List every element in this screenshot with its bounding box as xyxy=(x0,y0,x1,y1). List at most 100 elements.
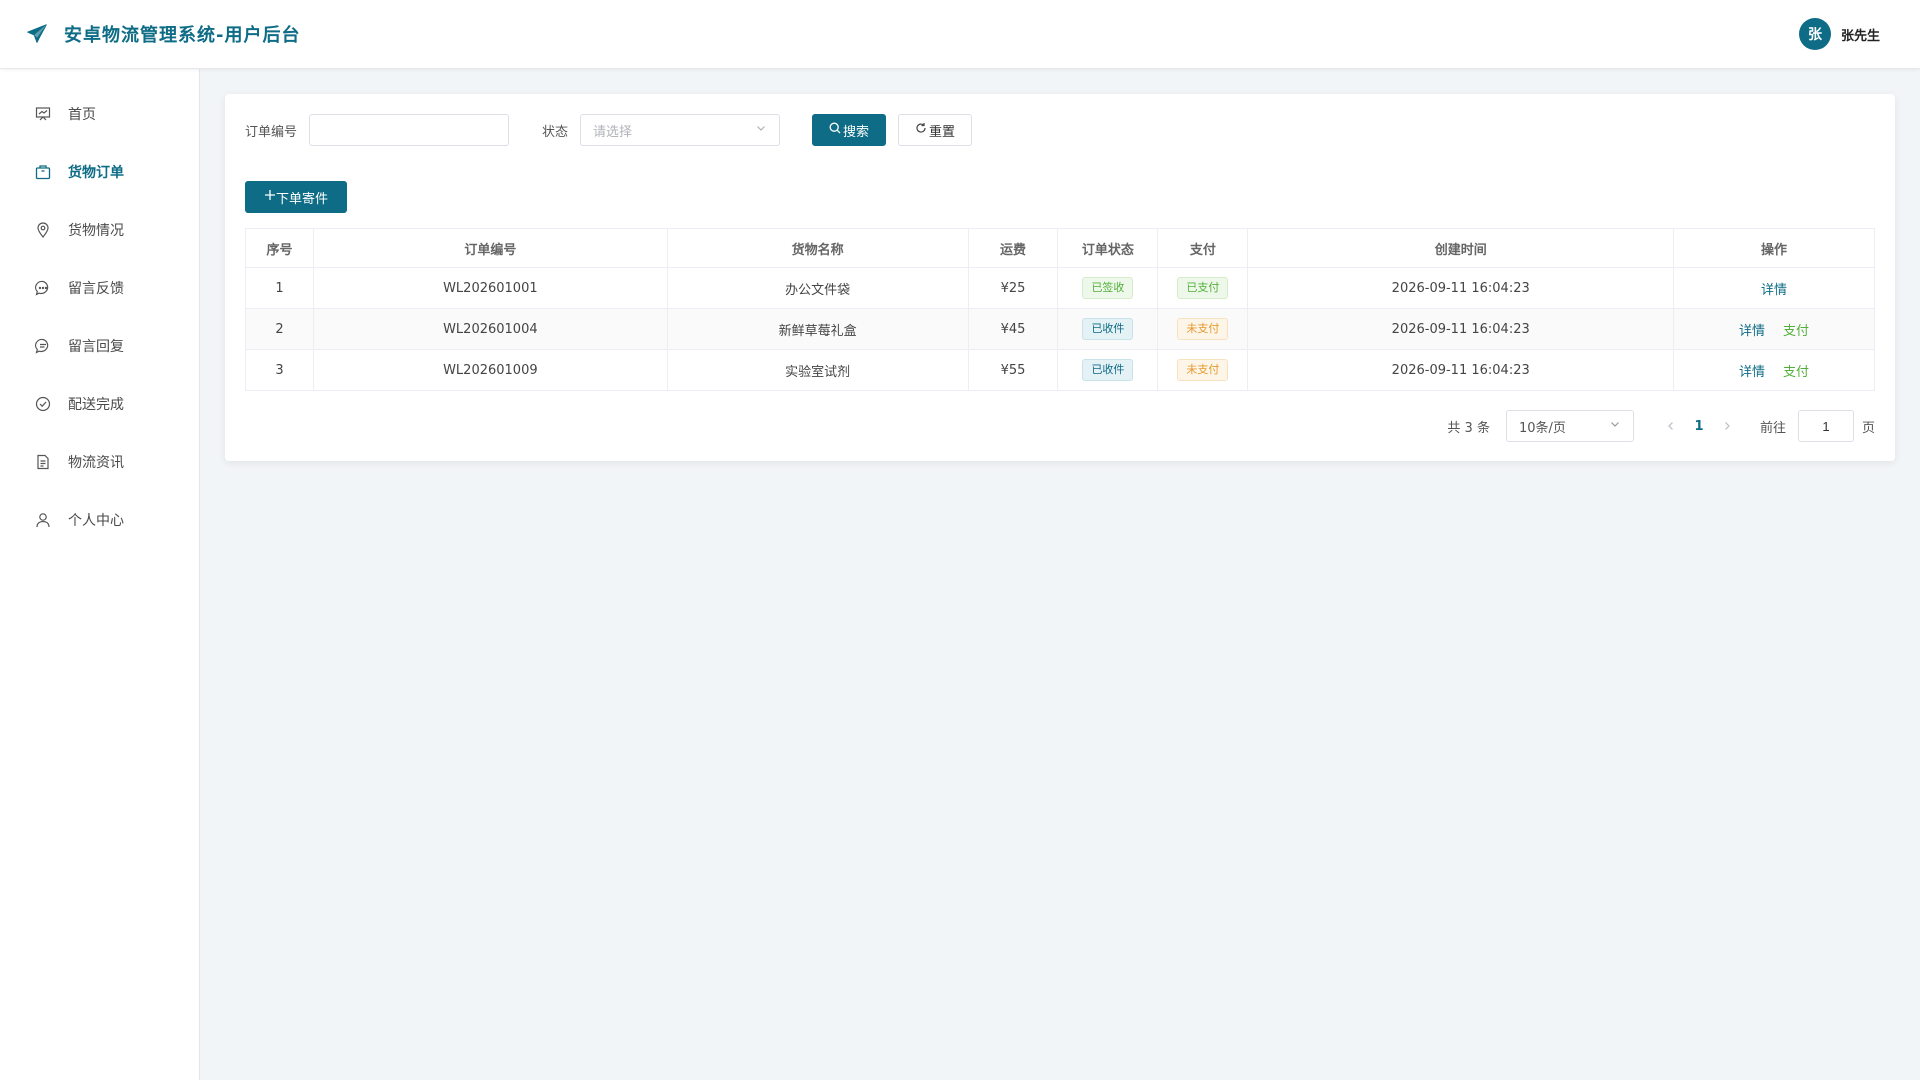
column-header: 创建时间 xyxy=(1247,228,1675,268)
chevron-right-icon xyxy=(1725,422,1730,430)
orders-card: 订单编号 状态 请选择 搜索 重置 下单寄件 序号 订单编号 货物名称 运费 订… xyxy=(225,94,1895,461)
search-icon xyxy=(829,122,843,138)
create-order-label: 下单寄件 xyxy=(275,191,328,207)
status-badge: 已签收 xyxy=(1082,277,1134,299)
pay-badge: 未支付 xyxy=(1177,359,1229,381)
cell-order-no: WL202601004 xyxy=(312,308,668,350)
cell-status: 已签收 xyxy=(1057,267,1159,309)
pay-badge: 已支付 xyxy=(1177,277,1229,299)
chat-icon xyxy=(34,279,52,297)
cell-fee: ¥25 xyxy=(967,267,1059,309)
reply-icon xyxy=(34,337,52,355)
search-button[interactable]: 搜索 xyxy=(812,114,887,146)
paper-plane-icon xyxy=(26,22,50,46)
package-icon xyxy=(34,163,52,181)
cell-index: 3 xyxy=(245,349,314,391)
avatar[interactable]: 张 xyxy=(1798,18,1831,50)
cell-order-no: WL202601009 xyxy=(312,349,668,391)
column-header: 订单编号 xyxy=(312,228,668,268)
pay-badge: 未支付 xyxy=(1177,318,1229,340)
chevron-down-icon xyxy=(1609,418,1621,434)
sidebar-item-label: 留言反馈 xyxy=(68,281,124,297)
cell-pay: 已支付 xyxy=(1157,267,1249,309)
cell-actions: 详情 支付 xyxy=(1673,308,1875,350)
status-badge: 已收件 xyxy=(1082,359,1134,381)
detail-link[interactable]: 详情 xyxy=(1739,324,1765,339)
sidebar-item-delivered[interactable]: 配送完成 xyxy=(0,375,199,433)
cell-goods: 新鲜草莓礼盒 xyxy=(666,308,969,350)
table-row: 3 WL202601009 实验室试剂 ¥55 已收件 未支付 2026-09-… xyxy=(245,349,1875,391)
search-button-label: 搜索 xyxy=(843,124,870,140)
reset-button-label: 重置 xyxy=(929,124,956,140)
cell-actions: 详情 xyxy=(1673,267,1875,309)
dashboard-icon xyxy=(34,105,52,123)
document-icon xyxy=(34,453,52,471)
detail-link[interactable]: 详情 xyxy=(1739,365,1765,380)
sidebar-item-home[interactable]: 首页 xyxy=(0,85,199,143)
total-count: 共 3 条 xyxy=(1447,420,1490,436)
cell-goods: 办公文件袋 xyxy=(666,267,969,309)
column-header: 序号 xyxy=(245,228,314,268)
cell-created: 2026-09-11 16:04:23 xyxy=(1247,308,1675,350)
status-label: 状态 xyxy=(542,124,569,140)
reset-button[interactable]: 重置 xyxy=(898,114,973,146)
sidebar-item-label: 货物情况 xyxy=(68,223,124,239)
column-header: 操作 xyxy=(1673,228,1875,268)
page-size-select[interactable]: 10条/页 xyxy=(1505,410,1634,442)
order-no-input[interactable] xyxy=(309,114,510,146)
sidebar-item-profile[interactable]: 个人中心 xyxy=(0,491,199,549)
next-page-button[interactable] xyxy=(1712,421,1742,431)
user-icon xyxy=(34,511,52,529)
goto-page-input[interactable] xyxy=(1797,410,1854,442)
prev-page-button[interactable] xyxy=(1656,421,1686,431)
sidebar-item-feedback[interactable]: 留言反馈 xyxy=(0,259,199,317)
chevron-down-icon xyxy=(755,122,767,138)
table-row: 2 WL202601004 新鲜草莓礼盒 ¥45 已收件 未支付 2026-09… xyxy=(245,308,1875,350)
sidebar-item-replies[interactable]: 留言回复 xyxy=(0,317,199,375)
pay-link[interactable]: 支付 xyxy=(1783,324,1809,339)
order-no-label: 订单编号 xyxy=(245,124,298,140)
pay-link[interactable]: 支付 xyxy=(1783,365,1809,380)
search-form: 订单编号 状态 请选择 搜索 重置 xyxy=(245,114,973,146)
sidebar-item-goods-status[interactable]: 货物情况 xyxy=(0,201,199,259)
column-header: 运费 xyxy=(967,228,1059,268)
sidebar-item-label: 留言回复 xyxy=(68,339,124,355)
sidebar-item-news[interactable]: 物流资讯 xyxy=(0,433,199,491)
goto-label: 前往 xyxy=(1759,420,1786,436)
create-order-button[interactable]: 下单寄件 xyxy=(245,181,347,213)
cell-status: 已收件 xyxy=(1057,308,1159,350)
sidebar: 首页 货物订单 货物情况 留言反馈 留言回复 配送完成 物流资讯 个人中心 xyxy=(0,69,200,1080)
sidebar-item-label: 配送完成 xyxy=(68,397,124,413)
cell-fee: ¥45 xyxy=(967,308,1059,350)
refresh-icon xyxy=(915,122,929,138)
app-title: 安卓物流管理系统-用户后台 xyxy=(64,25,301,46)
location-icon xyxy=(34,221,52,239)
status-select-placeholder: 请选择 xyxy=(593,124,633,140)
sidebar-item-orders[interactable]: 货物订单 xyxy=(0,143,199,201)
page-number-current[interactable]: 1 xyxy=(1688,419,1710,434)
user-menu[interactable]: 张 张先生 xyxy=(1798,18,1880,50)
user-name[interactable]: 张先生 xyxy=(1841,25,1880,44)
column-header: 订单状态 xyxy=(1057,228,1159,268)
cell-pay: 未支付 xyxy=(1157,308,1249,350)
page-size-value: 10条/页 xyxy=(1518,420,1566,436)
sidebar-item-label: 物流资讯 xyxy=(68,455,124,471)
detail-link[interactable]: 详情 xyxy=(1761,283,1787,298)
cell-pay: 未支付 xyxy=(1157,349,1249,391)
cell-goods: 实验室试剂 xyxy=(666,349,969,391)
cell-actions: 详情 支付 xyxy=(1673,349,1875,391)
orders-table: 序号 订单编号 货物名称 运费 订单状态 支付 创建时间 操作 1 WL2026… xyxy=(245,228,1875,391)
status-select[interactable]: 请选择 xyxy=(580,114,781,146)
cell-status: 已收件 xyxy=(1057,349,1159,391)
page-unit-label: 页 xyxy=(1861,420,1875,436)
plus-icon xyxy=(264,189,276,205)
cell-created: 2026-09-11 16:04:23 xyxy=(1247,349,1675,391)
cell-order-no: WL202601001 xyxy=(312,267,668,309)
sidebar-item-label: 货物订单 xyxy=(68,165,124,181)
cell-index: 2 xyxy=(245,308,314,350)
check-circle-icon xyxy=(34,395,52,413)
cell-fee: ¥55 xyxy=(967,349,1059,391)
cell-created: 2026-09-11 16:04:23 xyxy=(1247,267,1675,309)
table-header-row: 序号 订单编号 货物名称 运费 订单状态 支付 创建时间 操作 xyxy=(245,228,1875,268)
chevron-left-icon xyxy=(1668,422,1673,430)
